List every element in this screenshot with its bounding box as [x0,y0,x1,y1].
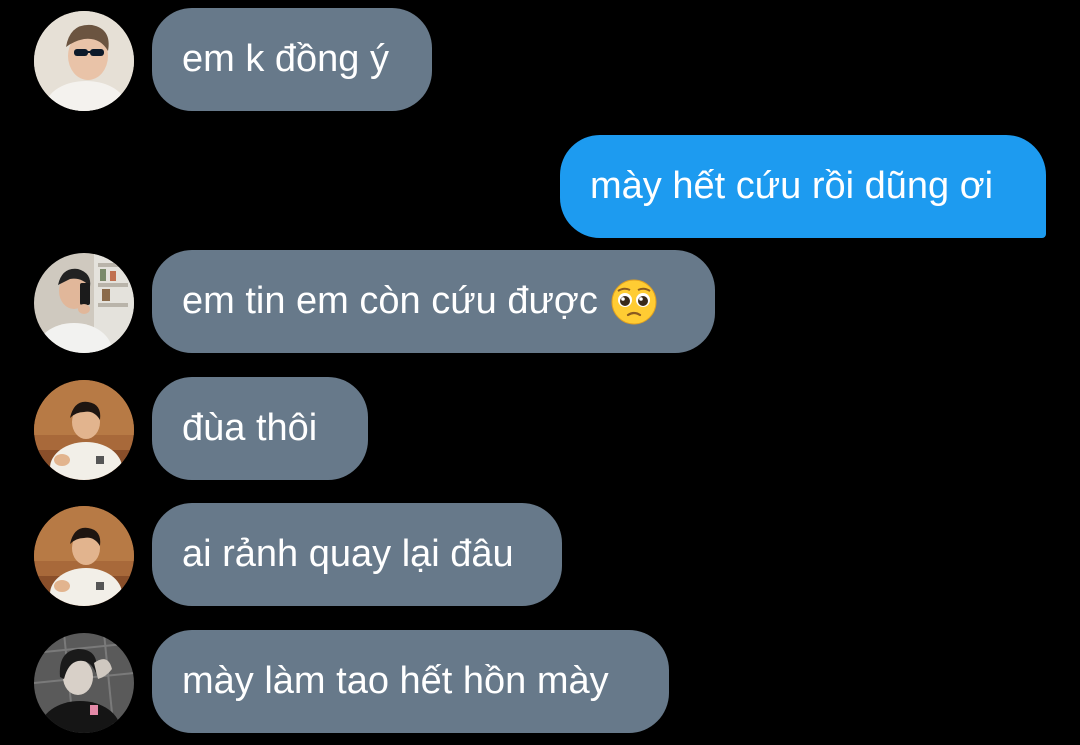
avatar-white-shirt-photo-icon [34,506,134,606]
avatar[interactable] [34,633,134,733]
avatar[interactable] [34,11,134,111]
message-bubble[interactable]: mày làm tao hết hồn mày [152,630,669,733]
avatar-white-shirt-photo-icon [34,380,134,480]
avatar[interactable] [34,253,134,353]
message-bubble[interactable]: ai rảnh quay lại đâu [152,503,562,606]
message-text: mày hết cứu rồi dũng ơi [590,165,994,207]
message-text: mày làm tao hết hồn mày [182,660,609,702]
message-text: em k đồng ý [182,38,389,80]
message-text: đùa thôi [182,407,318,449]
avatar-mirror-selfie-photo-icon [34,253,134,353]
avatar-sunglasses-photo-icon [34,11,134,111]
message-thread: em k đồng ý mày hết cứu rồi dũng ơi em t… [0,0,1080,745]
avatar[interactable] [34,506,134,606]
message-bubble-outgoing[interactable]: mày hết cứu rồi dũng ơi [560,135,1046,238]
message-bubble[interactable]: em k đồng ý [152,8,432,111]
message-bubble[interactable]: em tin em còn cứu được [152,250,715,353]
message-bubble[interactable]: đùa thôi [152,377,368,480]
pleading-face-icon [611,279,657,324]
message-text: ai rảnh quay lại đâu [182,533,514,575]
message-text: em tin em còn cứu được [182,280,598,322]
avatar[interactable] [34,380,134,480]
avatar-bw-photo-icon [34,633,134,733]
